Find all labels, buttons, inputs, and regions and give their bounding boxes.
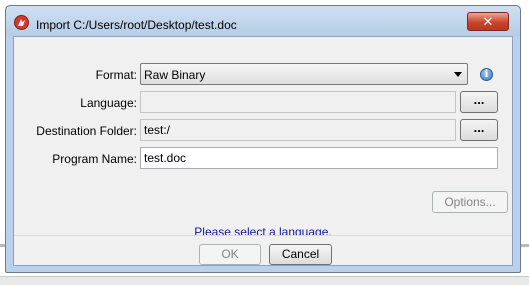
close-icon: ✕ bbox=[482, 14, 494, 29]
language-field bbox=[140, 91, 456, 113]
program-name-input[interactable]: test.doc bbox=[140, 147, 498, 169]
cancel-button[interactable]: Cancel bbox=[269, 244, 332, 265]
destination-folder-field: test:/ bbox=[140, 119, 456, 141]
language-browse-button[interactable]: ... bbox=[460, 91, 498, 113]
chevron-down-icon bbox=[454, 72, 462, 77]
ok-button: OK bbox=[199, 244, 261, 265]
import-dialog: Import C:/Users/root/Desktop/test.doc ✕ … bbox=[5, 5, 521, 273]
format-selected-value: Raw Binary bbox=[144, 68, 206, 82]
info-icon[interactable]: i bbox=[480, 68, 493, 81]
format-label: Format: bbox=[95, 68, 137, 82]
form-panel: Format: Raw Binary i Language: ... Desti… bbox=[14, 37, 512, 239]
options-button: Options... bbox=[432, 191, 508, 213]
format-dropdown[interactable]: Raw Binary bbox=[140, 63, 468, 85]
dragon-logo-icon bbox=[14, 15, 29, 30]
title-bar[interactable]: Import C:/Users/root/Desktop/test.doc ✕ bbox=[6, 6, 520, 36]
window-title: Import C:/Users/root/Desktop/test.doc bbox=[36, 18, 237, 32]
program-name-label: Program Name: bbox=[52, 152, 137, 166]
dialog-footer: OK Cancel bbox=[14, 236, 512, 265]
destination-folder-label: Destination Folder: bbox=[36, 124, 137, 138]
language-label: Language: bbox=[80, 96, 137, 110]
destination-browse-button[interactable]: ... bbox=[460, 119, 498, 141]
close-button[interactable]: ✕ bbox=[467, 12, 509, 31]
dialog-body: Format: Raw Binary i Language: ... Desti… bbox=[13, 36, 513, 266]
